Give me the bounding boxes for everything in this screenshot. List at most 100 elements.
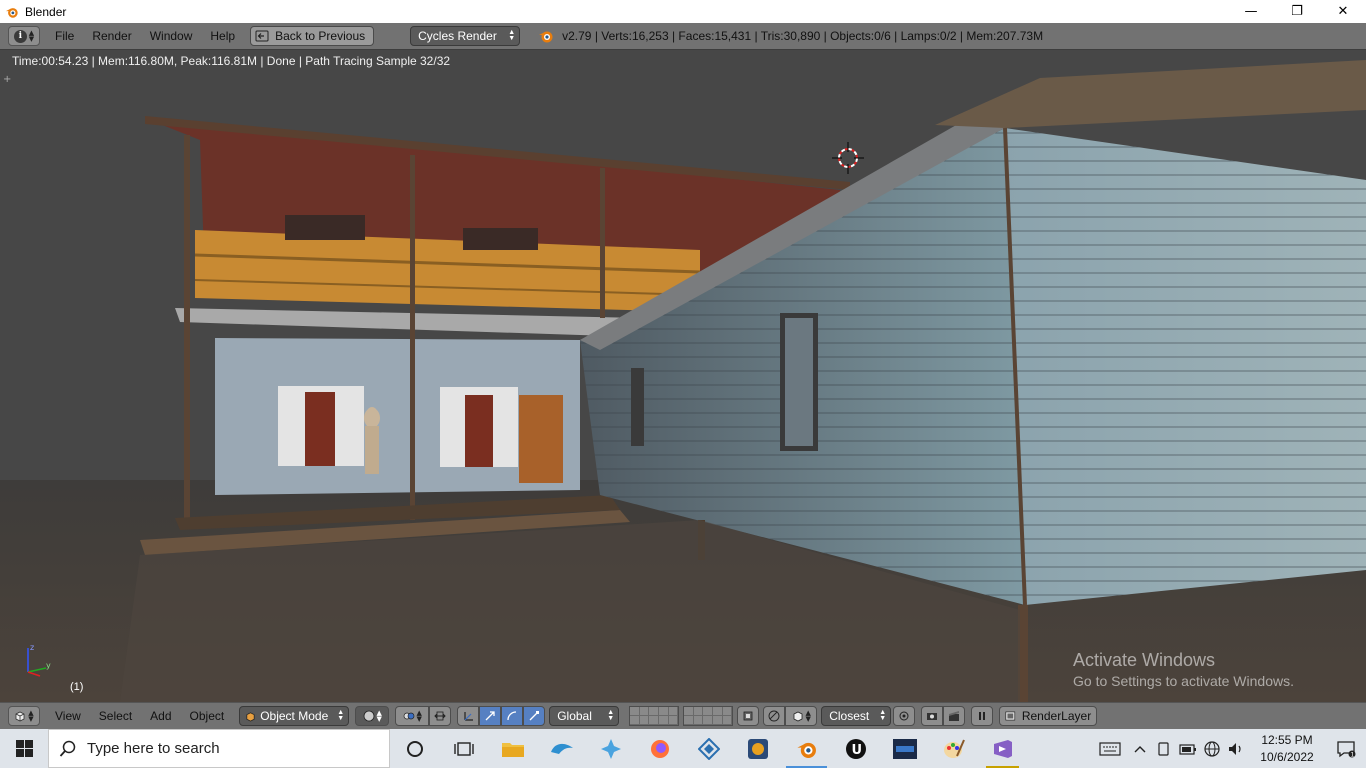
- dolphin-app-button[interactable]: [537, 729, 586, 768]
- battery-button[interactable]: [1176, 729, 1200, 768]
- scene-statistics: v2.79 | Verts:16,253 | Faces:15,431 | Tr…: [562, 29, 1044, 43]
- scale-icon: [529, 711, 540, 721]
- render-layer-selector[interactable]: RenderLayer: [999, 706, 1098, 726]
- proportional-editing-toggle[interactable]: [763, 706, 786, 726]
- opengl-render-image-button[interactable]: [921, 706, 944, 726]
- manipulate-center-toggle[interactable]: [429, 706, 452, 726]
- snap-element-dropdown[interactable]: ▲ ▼: [785, 706, 818, 726]
- clock-time: 12:55 PM: [1261, 732, 1313, 747]
- volume-button[interactable]: [1224, 729, 1248, 768]
- updown-arrows-icon: ▲ ▼: [28, 709, 34, 723]
- menu-help[interactable]: Help: [201, 29, 244, 43]
- file-explorer-icon: [501, 742, 524, 757]
- snap-element-icon: [793, 711, 802, 722]
- scene-layers: [629, 706, 734, 726]
- activate-windows-watermark: Activate Windows Go to Settings to activ…: [1073, 650, 1294, 689]
- pause-icon: [979, 712, 986, 720]
- svg-text:y: y: [46, 661, 51, 670]
- game-app-button[interactable]: [880, 729, 929, 768]
- shading-sphere-icon: [363, 710, 374, 722]
- menu-window[interactable]: Window: [141, 29, 202, 43]
- paint-app-button[interactable]: [929, 729, 978, 768]
- close-button[interactable]: ✕: [1320, 0, 1366, 23]
- window-title-bar: Blender — ❐ ✕: [0, 0, 1366, 23]
- rendered-scene: [0, 50, 1366, 702]
- media-app-button[interactable]: [733, 729, 782, 768]
- translate-manipulator-button[interactable]: [479, 706, 502, 726]
- 3d-view-icon: [15, 711, 25, 722]
- menu-select[interactable]: Select: [90, 709, 141, 723]
- minimize-button[interactable]: —: [1228, 0, 1274, 23]
- opengl-render-animation-button[interactable]: [943, 706, 966, 726]
- snap-target-dropdown[interactable]: Closest ▲ ▼: [821, 706, 892, 726]
- region-toggle-icon[interactable]: +: [3, 74, 11, 85]
- puzzle-app-icon: [600, 738, 621, 759]
- info-header: i ▲ ▼ File Render Window Help Back to Pre…: [0, 23, 1366, 50]
- task-view-button[interactable]: [439, 729, 488, 768]
- blender-icon: [796, 742, 816, 758]
- editor-type-selector[interactable]: i ▲ ▼: [8, 26, 40, 46]
- manipulate-center-icon: [434, 711, 446, 721]
- firefox-button[interactable]: [635, 729, 684, 768]
- svg-text:1: 1: [1351, 751, 1355, 758]
- menu-add[interactable]: Add: [141, 709, 180, 723]
- snap-target-value: Closest: [829, 709, 870, 723]
- menu-file[interactable]: File: [46, 29, 83, 43]
- file-explorer-button[interactable]: [488, 729, 537, 768]
- blender-logo-icon: [539, 31, 553, 43]
- 3d-viewport[interactable]: Time:00:54.23 | Mem:116.80M, Peak:116.81…: [0, 50, 1366, 702]
- layer-buttons-group-1[interactable]: [629, 706, 680, 726]
- snap-options-button[interactable]: [893, 706, 916, 726]
- puzzle-app-button[interactable]: [586, 729, 635, 768]
- layer-lock-icon: [743, 711, 753, 721]
- visual-studio-button[interactable]: [978, 729, 1027, 768]
- dolphin-app-icon: [550, 743, 573, 754]
- show-hidden-icons-button[interactable]: [1128, 729, 1152, 768]
- pivot-point-dropdown[interactable]: ▲ ▼: [395, 706, 430, 726]
- keyboard-layout-button[interactable]: [1092, 729, 1128, 768]
- proportional-edit-icon: [768, 710, 780, 722]
- info-icon: i: [13, 29, 27, 43]
- maximize-button[interactable]: ❐: [1274, 0, 1320, 23]
- menu-view[interactable]: View: [46, 709, 90, 723]
- notification-icon: 1: [1337, 740, 1356, 758]
- firefox-icon: [650, 739, 669, 758]
- unreal-engine-button[interactable]: U: [831, 729, 880, 768]
- pause-render-toggle[interactable]: [971, 706, 994, 726]
- menu-object[interactable]: Object: [181, 709, 234, 723]
- transform-manipulator-toggle[interactable]: [457, 706, 480, 726]
- render-layer-value: RenderLayer: [1021, 709, 1092, 723]
- interaction-mode-dropdown[interactable]: Object Mode ▲ ▼: [239, 706, 350, 726]
- frame-number: (1): [70, 681, 84, 693]
- sketchup-button[interactable]: [684, 729, 733, 768]
- back-to-previous-button[interactable]: Back to Previous: [250, 26, 375, 46]
- render-engine-dropdown[interactable]: Cycles Render ▲ ▼: [410, 26, 521, 46]
- taskbar-search-box[interactable]: Type here to search: [48, 729, 390, 768]
- blender-taskbar-button[interactable]: [782, 729, 831, 768]
- layer-buttons-group-2[interactable]: [683, 706, 734, 726]
- axis-gizmo-icon: z y: [27, 643, 51, 677]
- snap-options-icon: [899, 711, 909, 721]
- visual-studio-icon: [993, 739, 1012, 758]
- activate-windows-subtitle: Go to Settings to activate Windows.: [1073, 673, 1294, 689]
- camera-icon: [927, 713, 938, 720]
- game-app-icon: [892, 738, 917, 759]
- lock-layers-toggle[interactable]: [737, 706, 760, 726]
- svg-text:U: U: [851, 743, 862, 758]
- keyboard-icon: [1099, 741, 1121, 756]
- transform-orientation-value: Global: [557, 709, 592, 723]
- transform-orientation-dropdown[interactable]: Global ▲ ▼: [549, 706, 620, 726]
- network-button[interactable]: [1200, 729, 1224, 768]
- scale-manipulator-button[interactable]: [523, 706, 546, 726]
- interaction-mode-value: Object Mode: [260, 709, 329, 723]
- meet-now-button[interactable]: [1152, 729, 1176, 768]
- notification-center-button[interactable]: 1: [1326, 740, 1366, 758]
- rotate-manipulator-button[interactable]: [501, 706, 524, 726]
- viewport-shading-dropdown[interactable]: ▲ ▼: [355, 706, 390, 726]
- start-button[interactable]: [0, 729, 48, 768]
- 3d-cursor-icon: [832, 142, 864, 174]
- menu-render[interactable]: Render: [83, 29, 140, 43]
- clock[interactable]: 12:55 PM 10/6/2022: [1248, 732, 1326, 766]
- cortana-button[interactable]: [390, 729, 439, 768]
- editor-type-selector[interactable]: ▲ ▼: [8, 706, 40, 726]
